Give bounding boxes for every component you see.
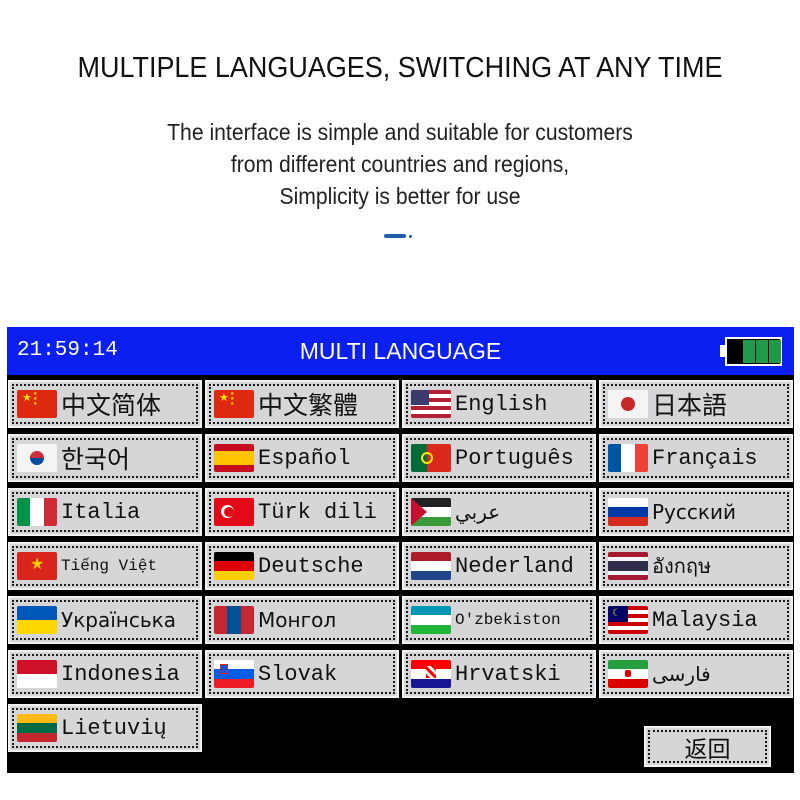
netherlands-flag-icon [411,552,451,580]
language-label: English [455,391,548,417]
language-label: Malaysia [652,607,758,633]
language-label: Монгол [258,608,337,632]
back-label: 返回 [684,736,731,763]
language-option[interactable]: Português [402,434,596,482]
language-option[interactable]: Français [599,434,793,482]
lithuania-flag-icon [17,714,57,742]
croatia-flag-icon [411,660,451,688]
ukraine-flag-icon [17,606,57,634]
device-screen: 21:59:14 MULTI LANGUAGE ★ ★ ★ ★ 中文简体 ★ ★ ★ ★ 中文繁體… [7,327,794,773]
subtext-line: from different countries and regions, [230,151,570,177]
language-option[interactable]: อังกฤษ [599,542,793,590]
language-option[interactable]: Slovak [205,650,399,698]
language-option[interactable]: Türk dili [205,488,399,536]
arabic-flag-icon [411,498,451,526]
language-label: Русский [652,500,736,524]
language-option[interactable]: 日本語 [599,380,793,428]
language-label: 한국어 [61,445,131,474]
language-label: Indonesia [61,661,180,687]
language-label: 中文繁體 [258,391,359,420]
iran-flag-icon [608,660,648,688]
promo-headline: MULTIPLE LANGUAGES, SWITCHING AT ANY TIM… [77,52,723,84]
portugal-flag-icon [411,444,451,472]
language-label: 中文简体 [61,391,162,420]
subtext-line: The interface is simple and suitable for… [167,119,633,145]
language-option[interactable]: 한국어 [8,434,202,482]
language-label: Українська [61,608,176,632]
language-option[interactable]: Lietuvių [8,704,202,752]
language-label: Slovak [258,661,338,687]
language-label: O'zbekiston [455,611,561,629]
turkey-flag-icon [214,498,254,526]
language-option[interactable]: Hrvatski [402,650,596,698]
language-option[interactable]: ★ ★ ★ ★ 中文简体 [8,380,202,428]
language-label: Français [652,445,758,471]
language-option[interactable]: ★ ★ ★ ★ 中文繁體 [205,380,399,428]
screen-title: MULTI LANGUAGE [299,338,502,364]
china-flag-icon: ★ ★ ★ ★ [17,390,57,418]
language-option[interactable]: English [402,380,596,428]
language-option[interactable]: Español [205,434,399,482]
promo-subtext: The interface is simple and suitable for… [32,116,768,212]
language-option[interactable]: ☾ Malaysia [599,596,793,644]
italy-flag-icon [17,498,57,526]
language-label: Italia [61,499,141,525]
language-option[interactable]: ★ Tiếng Việt [8,542,202,590]
china-flag-icon: ★ ★ ★ ★ [214,390,254,418]
language-label: Português [455,445,574,471]
language-option[interactable]: Монгол [205,596,399,644]
language-label: 日本語 [652,391,728,420]
vietnam-flag-icon: ★ [17,552,57,580]
uzbekistan-flag-icon [411,606,451,634]
language-option[interactable]: Indonesia [8,650,202,698]
language-label: Deutsche [258,553,364,579]
language-option[interactable]: O'zbekiston [402,596,596,644]
thailand-flag-icon [608,552,648,580]
language-option[interactable]: Nederland [402,542,596,590]
language-label: Hrvatski [455,661,561,687]
mongolia-flag-icon [214,606,254,634]
language-label: فارسی [652,662,711,686]
divider-bar [384,234,406,238]
language-option[interactable]: Українська [8,596,202,644]
slovenia-flag-icon [214,660,254,688]
language-option[interactable]: Italia [8,488,202,536]
language-label: عربي [455,500,501,524]
language-option[interactable]: Русский [599,488,793,536]
language-label: Lietuvių [61,715,167,741]
divider-dot [409,235,412,238]
language-option[interactable]: فارسی [599,650,793,698]
language-label: Tiếng Việt [61,557,158,575]
battery-icon [720,337,782,366]
language-label: อังกฤษ [652,554,712,578]
language-option[interactable]: Deutsche [205,542,399,590]
usa-flag-icon [411,390,451,418]
malaysia-flag-icon: ☾ [608,606,648,634]
back-button[interactable]: 返回 [644,726,771,767]
indonesia-flag-icon [17,660,57,688]
language-label: Español [258,445,351,471]
japan-flag-icon [608,390,648,418]
france-flag-icon [608,444,648,472]
language-label: Nederland [455,553,574,579]
language-label: Türk dili [258,499,377,525]
germany-flag-icon [214,552,254,580]
titlebar: 21:59:14 MULTI LANGUAGE [7,327,794,375]
subtext-line: Simplicity is better for use [279,183,521,209]
spain-flag-icon [214,444,254,472]
language-option[interactable]: عربي [402,488,596,536]
russia-flag-icon [608,498,648,526]
korea-flag-icon [17,444,57,472]
